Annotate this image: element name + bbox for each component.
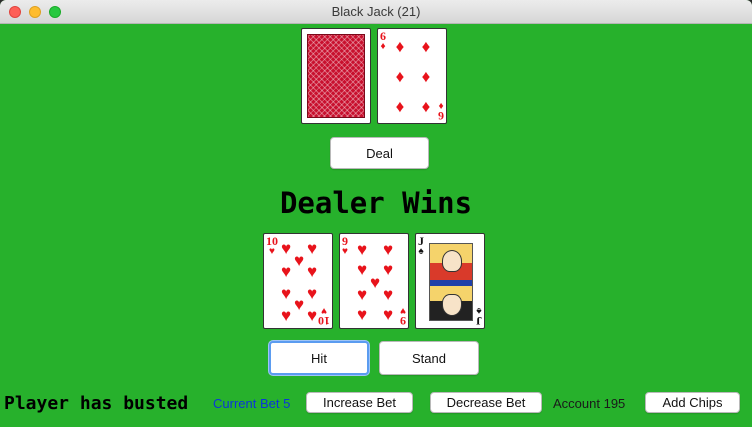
card-corner-top: 6 ♦ [380, 30, 386, 52]
hit-button[interactable]: Hit [269, 341, 369, 375]
diamond-icon: ♦ [380, 41, 386, 52]
decrease-bet-button[interactable]: Decrease Bet [430, 392, 542, 413]
account-balance-label: Account 195 [553, 396, 626, 411]
heart-icon: ♥ [382, 305, 394, 324]
jack-head-icon [442, 294, 462, 316]
diamond-icon: ♦ [421, 67, 431, 86]
heart-icon: ♥ [356, 305, 368, 324]
spade-icon: ♠ [418, 246, 424, 257]
player-card-nine-of-hearts: 9 ♥ ♥ ♥ ♥ ♥ ♥ ♥ ♥ ♥ ♥ 9 ♥ [339, 233, 409, 329]
diamond-icon: ♦ [438, 100, 444, 111]
card-rank: J [476, 314, 482, 328]
heart-icon: ♥ [400, 305, 406, 316]
player-card-ten-of-hearts: 10 ♥ ♥ ♥ ♥ ♥ ♥ ♥ ♥ ♥ ♥ ♥ 10 ♥ [263, 233, 333, 329]
result-message: Dealer Wins [279, 186, 473, 220]
diamond-icon: ♦ [395, 67, 405, 86]
deal-button[interactable]: Deal [330, 137, 429, 169]
dealer-card-six-of-diamonds: 6 ♦ ♦ ♦ ♦ ♦ ♦ ♦ 6 ♦ [377, 28, 447, 124]
current-bet-label: Current Bet 5 [213, 396, 291, 411]
title-bar: Black Jack (21) [0, 0, 752, 24]
heart-icon: ♥ [306, 262, 318, 281]
diamond-icon: ♦ [421, 97, 431, 116]
stand-button[interactable]: Stand [379, 341, 479, 375]
diamond-icon: ♦ [395, 37, 405, 56]
diamond-icon: ♦ [421, 37, 431, 56]
heart-icon: ♥ [356, 285, 368, 304]
card-corner-bottom: 9 ♥ [400, 305, 406, 328]
card-rank: 10 [318, 314, 330, 328]
dealer-card-face-down [301, 28, 371, 124]
add-chips-button[interactable]: Add Chips [645, 392, 740, 413]
heart-icon: ♥ [382, 240, 394, 259]
card-corner-bottom: 6 ♦ [438, 100, 444, 123]
card-corner-top: 9 ♥ [342, 235, 348, 257]
heart-icon: ♥ [280, 262, 292, 281]
heart-icon: ♥ [356, 240, 368, 259]
card-corner-top: J ♠ [418, 235, 424, 257]
window-title: Black Jack (21) [331, 4, 421, 19]
card-rank: 6 [438, 109, 444, 123]
diamond-icon: ♦ [395, 97, 405, 116]
card-corner-bottom: J ♠ [476, 305, 482, 328]
heart-icon: ♥ [382, 285, 394, 304]
game-status-text: Player has busted [4, 393, 189, 414]
jack-head-icon [442, 250, 462, 272]
player-card-jack-of-spades: J ♠ J ♠ [415, 233, 485, 329]
increase-bet-button[interactable]: Increase Bet [306, 392, 413, 413]
card-back-pattern [307, 34, 365, 118]
spade-icon: ♠ [476, 305, 482, 316]
heart-icon: ♥ [342, 246, 348, 257]
blackjack-window: Black Jack (21) 6 ♦ ♦ ♦ ♦ ♦ ♦ ♦ 6 ♦ Deal… [0, 0, 752, 427]
card-rank: 9 [400, 314, 406, 328]
game-table: 6 ♦ ♦ ♦ ♦ ♦ ♦ ♦ 6 ♦ Deal Dealer Wins 10 … [0, 24, 752, 427]
card-corner-bottom: 10 ♥ [318, 305, 330, 328]
heart-icon: ♥ [280, 306, 292, 325]
jack-face-art [429, 243, 473, 321]
face-art-stripe [430, 280, 472, 286]
